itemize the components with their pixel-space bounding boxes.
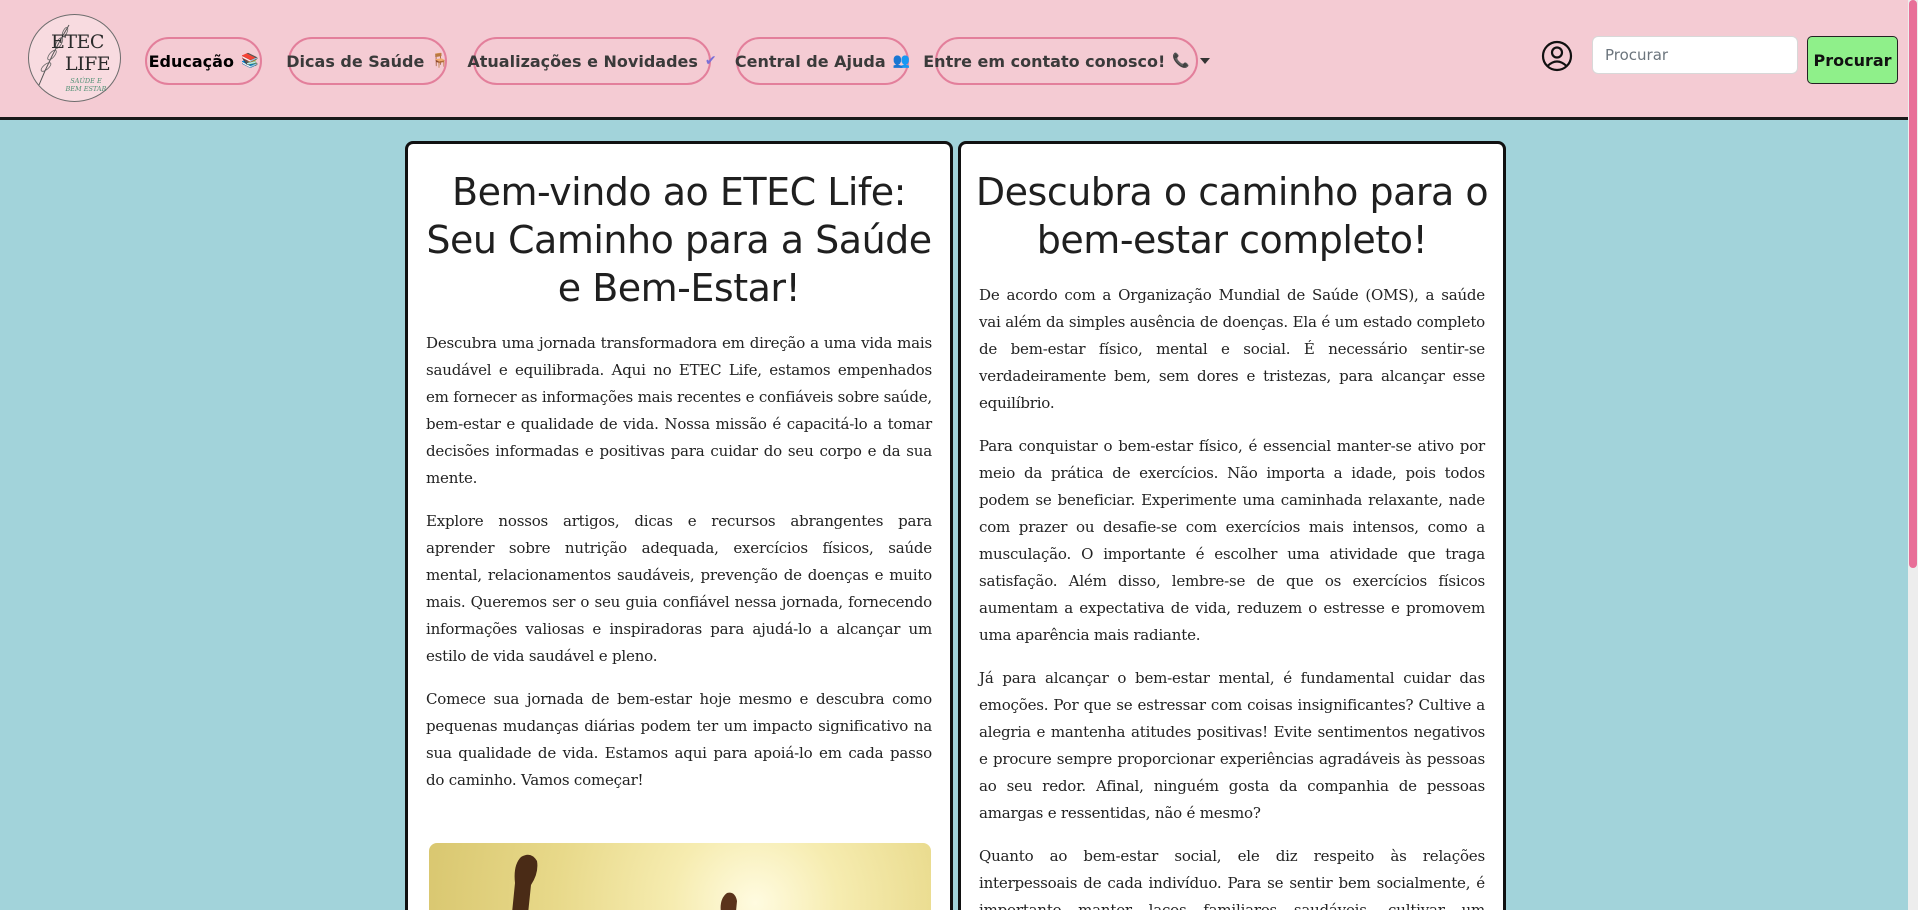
celebration-image — [429, 843, 931, 910]
welcome-title: Bem-vindo ao ETEC Life: Seu Caminho para… — [426, 170, 932, 310]
wellbeing-paragraph: Já para alcançar o bem-estar mental, é f… — [979, 669, 1485, 822]
logo-text-life: LIFE — [65, 53, 111, 75]
books-icon: 📚 — [240, 53, 259, 69]
nav-item-label: Central de Ajuda — [734, 51, 886, 71]
chair-icon: 🪑 — [431, 53, 449, 69]
welcome-card: Bem-vindo ao ETEC Life: Seu Caminho para… — [405, 141, 953, 910]
nav-item-label: Dicas de Saúde — [286, 51, 425, 71]
scrollbar-thumb[interactable] — [1909, 0, 1917, 568]
nav-item-label: Educação — [148, 51, 234, 71]
wellbeing-paragraph: De acordo com a Organização Mundial de S… — [979, 286, 1485, 412]
phone-icon: 📞 — [1172, 53, 1190, 69]
wellbeing-body: De acordo com a Organização Mundial de S… — [961, 282, 1503, 910]
logo-tagline-line1: SAÚDE E — [70, 77, 102, 85]
nav-item-label: Atualizações e Novidades — [467, 51, 698, 71]
nav-item-label: Entre em contato conosco! — [923, 51, 1166, 71]
search-button[interactable]: Procurar — [1807, 36, 1898, 84]
nav-item-central-de-ajuda[interactable]: Central de Ajuda 👥 — [734, 37, 911, 85]
nav-item-dicas-de-saude[interactable]: Dicas de Saúde 🪑 — [286, 37, 449, 85]
nav-item-contato-dropdown[interactable]: Entre em contato conosco! 📞 — [923, 37, 1210, 85]
raised-fists-illustration — [512, 854, 737, 910]
welcome-paragraph: Comece sua jornada de bem-estar hoje mes… — [426, 690, 932, 789]
logo-tagline: SAÚDE E BEM ESTAR — [55, 77, 117, 93]
search-input[interactable] — [1592, 36, 1798, 74]
people-icon: 👥 — [892, 53, 911, 69]
user-account-icon[interactable] — [1541, 40, 1573, 72]
nav-item-atualizacoes[interactable]: Atualizações e Novidades ✔ — [467, 37, 717, 85]
wellbeing-title: Descubra o caminho para o bem-estar comp… — [975, 170, 1489, 262]
logo-tagline-line2: BEM ESTAR — [65, 85, 107, 93]
wellbeing-paragraph: Para conquistar o bem-estar físico, é es… — [979, 437, 1485, 644]
wellbeing-card: Descubra o caminho para o bem-estar comp… — [958, 141, 1506, 910]
welcome-body: Descubra uma jornada transformadora em d… — [408, 330, 950, 794]
logo-text-etec: ETEC — [51, 31, 104, 53]
navbar: ETEC LIFE SAÚDE E BEM ESTAR Educação 📚 D… — [0, 0, 1908, 120]
wellbeing-paragraph: Quanto ao bem-estar social, ele diz resp… — [979, 847, 1485, 910]
chevron-down-icon — [1199, 58, 1210, 64]
checkmark-icon: ✔ — [704, 53, 717, 69]
etec-life-logo[interactable]: ETEC LIFE SAÚDE E BEM ESTAR — [28, 14, 121, 102]
welcome-paragraph: Explore nossos artigos, dicas e recursos… — [426, 512, 932, 665]
welcome-paragraph: Descubra uma jornada transformadora em d… — [426, 334, 932, 487]
nav-item-educacao[interactable]: Educação 📚 — [145, 37, 262, 85]
